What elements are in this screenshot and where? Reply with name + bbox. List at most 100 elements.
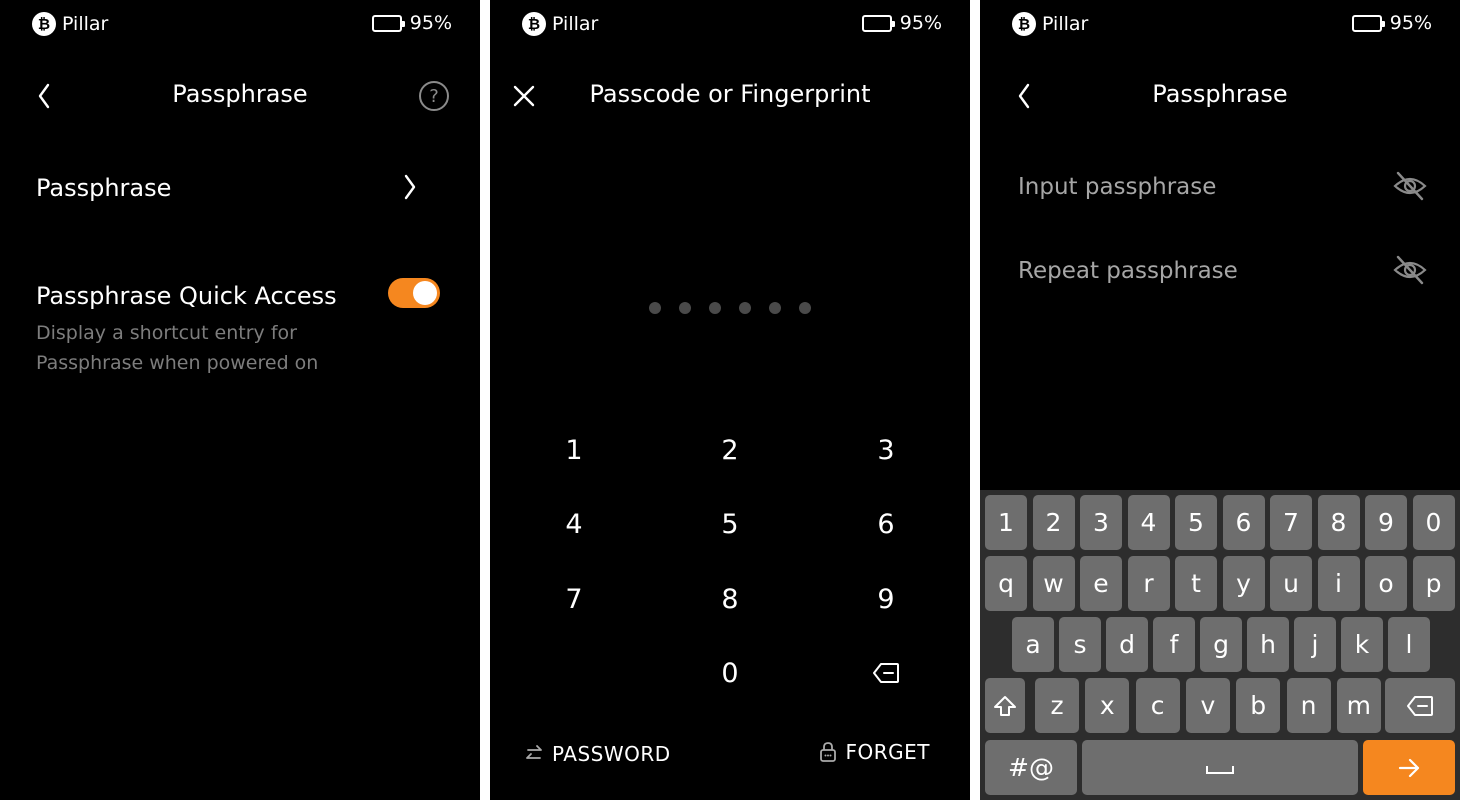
passcode-screen: ₿ Pillar 95% Passcode or Fingerprint 1 2…	[490, 0, 970, 800]
quick-access-toggle[interactable]	[388, 278, 440, 308]
repeat-passphrase-placeholder: Repeat passphrase	[1018, 258, 1238, 284]
bitcoin-icon: ₿	[1012, 12, 1036, 36]
key-m[interactable]: m	[1336, 678, 1381, 733]
key-s[interactable]: s	[1059, 617, 1101, 672]
numpad-key-3[interactable]: 3	[846, 425, 926, 475]
numpad-key-2[interactable]: 2	[690, 425, 770, 475]
passphrase-settings-screen: ₿ Pillar 95% Passphrase ? Passphrase Pas…	[0, 0, 480, 800]
numpad-key-4[interactable]: 4	[534, 499, 614, 549]
key-h[interactable]: h	[1247, 617, 1289, 672]
shift-key[interactable]	[985, 678, 1025, 733]
battery-percent: 95%	[409, 12, 452, 34]
key-2[interactable]: 2	[1032, 495, 1075, 550]
key-j[interactable]: j	[1294, 617, 1336, 672]
key-5[interactable]: 5	[1175, 495, 1217, 550]
key-1[interactable]: 1	[985, 495, 1027, 550]
backspace-icon	[1407, 695, 1433, 716]
space-icon	[1206, 765, 1234, 774]
numpad-backspace[interactable]	[846, 648, 926, 698]
quick-access-title: Passphrase Quick Access	[36, 282, 337, 310]
brand: ₿ Pillar	[32, 12, 108, 36]
passphrase-input-placeholder: Input passphrase	[1018, 174, 1217, 200]
key-c[interactable]: c	[1135, 678, 1180, 733]
pin-dot	[649, 302, 661, 314]
pin-dot	[739, 302, 751, 314]
password-button[interactable]: PASSWORD	[524, 742, 671, 766]
brand: ₿ Pillar	[1012, 12, 1088, 36]
key-9[interactable]: 9	[1365, 495, 1407, 550]
repeat-passphrase-input[interactable]: Repeat passphrase	[1018, 251, 1430, 291]
brand: ₿ Pillar	[522, 12, 598, 36]
passphrase-input[interactable]: Input passphrase	[1018, 167, 1430, 207]
numpad-key-1[interactable]: 1	[534, 425, 614, 475]
key-y[interactable]: y	[1222, 556, 1265, 611]
enter-key[interactable]	[1363, 740, 1455, 795]
on-screen-keyboard: #@ 1234567890 qwertyuiop asdfghjkl zxcvbnm	[980, 490, 1460, 800]
shift-icon	[994, 695, 1016, 716]
key-t[interactable]: t	[1175, 556, 1217, 611]
quick-access-description: Display a shortcut entry for Passphrase …	[36, 322, 319, 374]
toggle-knob	[413, 281, 437, 305]
pin-indicator	[490, 302, 970, 314]
passphrase-input-screen: ₿ Pillar 95% Passphrase Input passphrase…	[980, 0, 1460, 800]
battery-status: 95%	[861, 12, 942, 34]
menu-item-label: Passphrase	[36, 174, 172, 202]
key-v[interactable]: v	[1185, 678, 1230, 733]
arrow-right-icon	[1398, 758, 1420, 777]
battery-status: 95%	[1351, 12, 1432, 34]
keyboard-backspace-key[interactable]	[1385, 678, 1455, 733]
forget-label: FORGET	[845, 740, 930, 764]
page-title: Passphrase	[172, 80, 308, 108]
key-6[interactable]: 6	[1222, 495, 1265, 550]
key-w[interactable]: w	[1032, 556, 1075, 611]
eye-off-icon[interactable]	[1392, 168, 1428, 204]
switch-arrows-icon	[526, 745, 542, 759]
key-r[interactable]: r	[1127, 556, 1170, 611]
status-bar: ₿ Pillar 95%	[0, 0, 480, 48]
battery-icon	[371, 14, 405, 32]
key-z[interactable]: z	[1035, 678, 1079, 733]
key-b[interactable]: b	[1236, 678, 1281, 733]
key-8[interactable]: 8	[1317, 495, 1360, 550]
key-a[interactable]: a	[1012, 617, 1054, 672]
brand-name: Pillar	[62, 13, 109, 35]
key-x[interactable]: x	[1085, 678, 1130, 733]
key-g[interactable]: g	[1200, 617, 1242, 672]
brand-name: Pillar	[552, 13, 599, 35]
key-0[interactable]: 0	[1412, 495, 1455, 550]
key-l[interactable]: l	[1388, 617, 1430, 672]
key-e[interactable]: e	[1080, 556, 1122, 611]
key-d[interactable]: d	[1106, 617, 1148, 672]
numpad-key-0[interactable]: 0	[690, 648, 770, 698]
pin-dot	[799, 302, 811, 314]
eye-off-icon[interactable]	[1392, 252, 1428, 288]
help-button[interactable]: ?	[418, 80, 450, 112]
key-u[interactable]: u	[1270, 556, 1312, 611]
bitcoin-icon: ₿	[32, 12, 56, 36]
numpad-key-7[interactable]: 7	[534, 574, 614, 624]
key-7[interactable]: 7	[1270, 495, 1312, 550]
space-key[interactable]	[1082, 740, 1358, 795]
forget-button[interactable]: FORGET	[818, 740, 931, 764]
pin-dot	[709, 302, 721, 314]
key-f[interactable]: f	[1153, 617, 1195, 672]
key-p[interactable]: p	[1412, 556, 1455, 611]
key-3[interactable]: 3	[1080, 495, 1122, 550]
numpad-key-5[interactable]: 5	[690, 499, 770, 549]
battery-icon	[1351, 14, 1385, 32]
help-circle-icon: ?	[419, 81, 449, 111]
numpad-key-8[interactable]: 8	[690, 574, 770, 624]
key-q[interactable]: q	[985, 556, 1027, 611]
numpad-key-9[interactable]: 9	[846, 574, 926, 624]
password-label: PASSWORD	[552, 742, 671, 766]
key-k[interactable]: k	[1341, 617, 1383, 672]
key-4[interactable]: 4	[1127, 495, 1170, 550]
key-n[interactable]: n	[1286, 678, 1331, 733]
symbols-key[interactable]: #@	[985, 740, 1077, 795]
bitcoin-icon: ₿	[522, 12, 546, 36]
numpad-key-6[interactable]: 6	[846, 499, 926, 549]
key-o[interactable]: o	[1365, 556, 1407, 611]
status-bar: ₿ Pillar 95%	[490, 0, 970, 48]
key-i[interactable]: i	[1317, 556, 1360, 611]
passphrase-menu-item[interactable]: Passphrase	[36, 168, 420, 208]
